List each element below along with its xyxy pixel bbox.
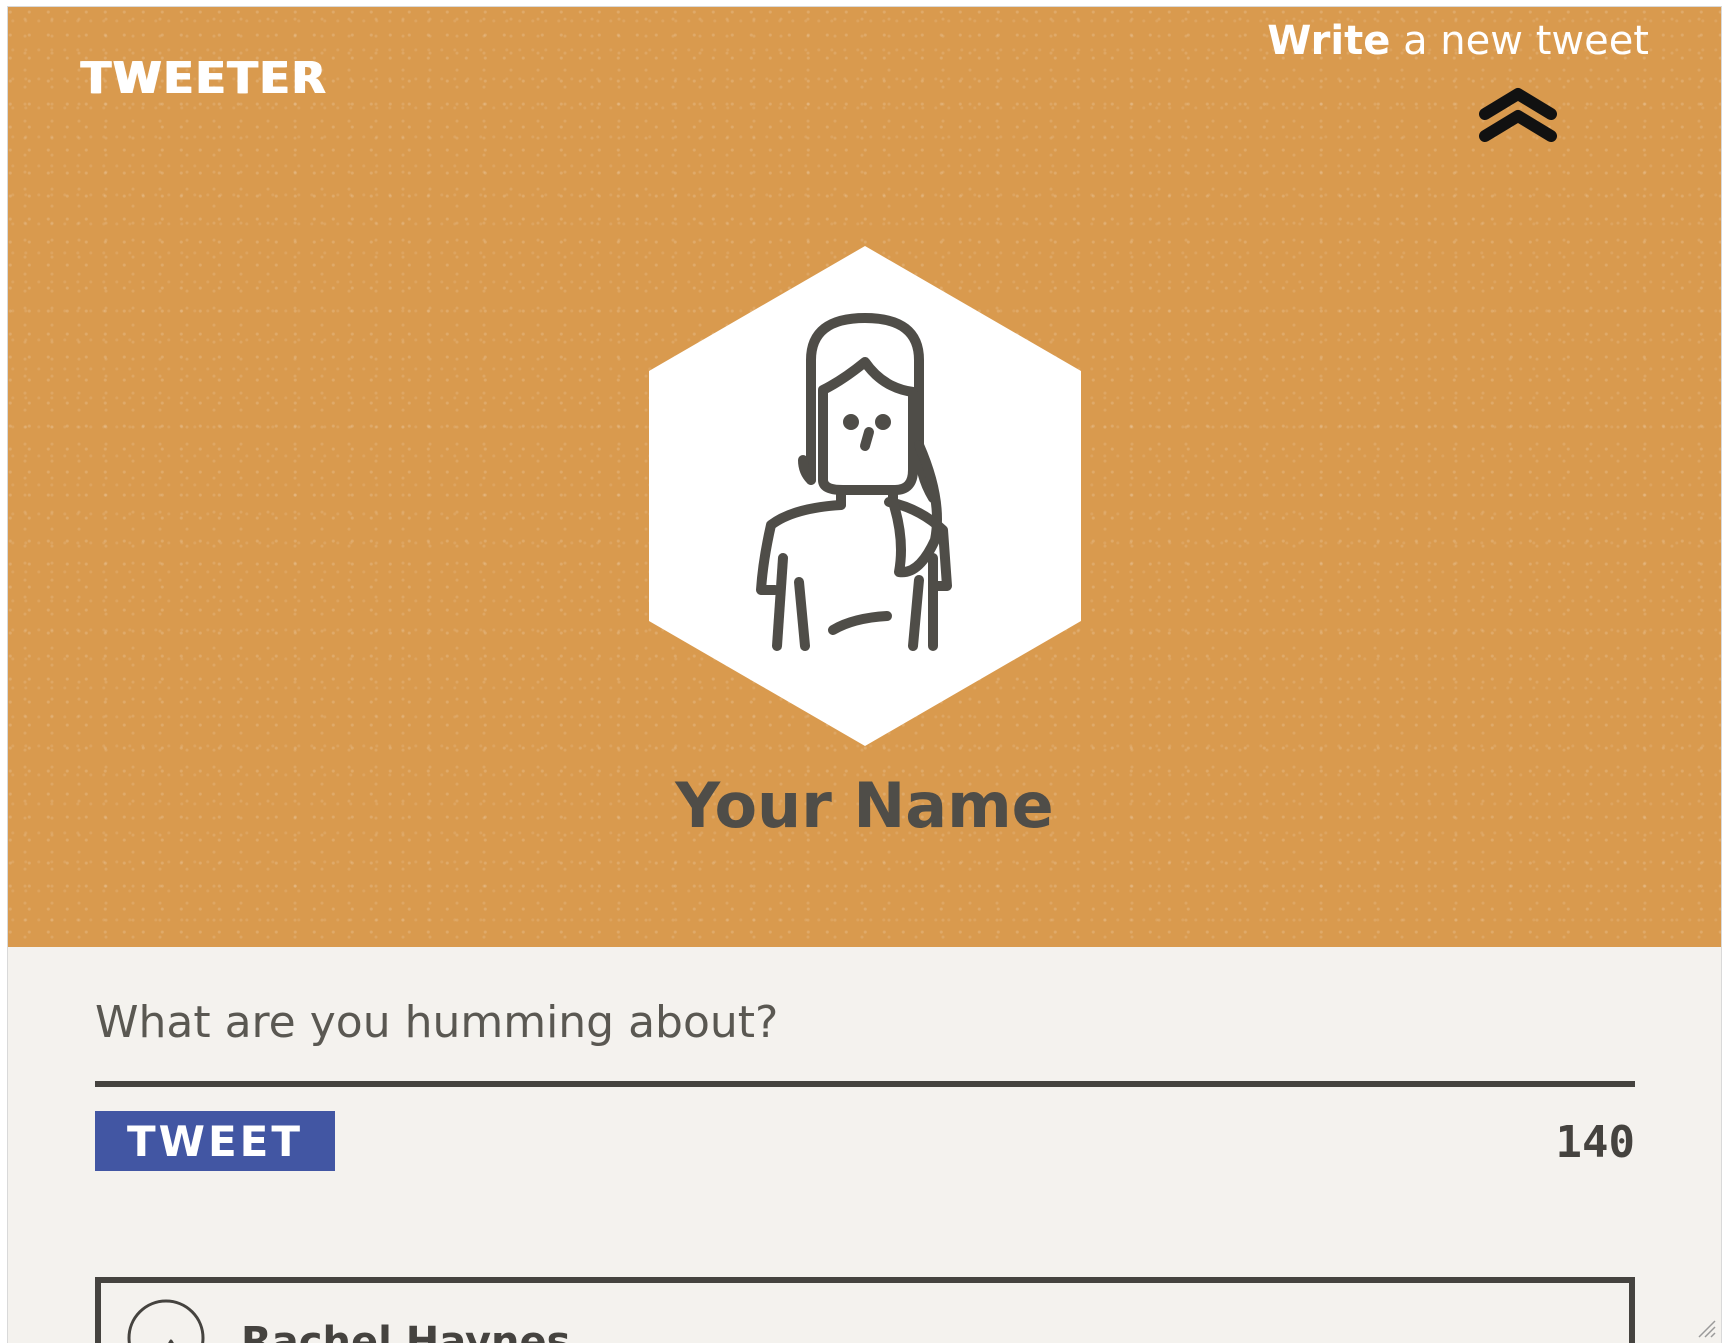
write-label-rest: a new tweet bbox=[1390, 18, 1649, 64]
profile-name: Your Name bbox=[675, 769, 1054, 842]
resize-grip-icon[interactable] bbox=[1695, 1317, 1717, 1339]
compose-actions: TWEET 140 bbox=[95, 1111, 1635, 1181]
man-avatar-icon bbox=[127, 1299, 205, 1343]
tweet-submit-button[interactable]: TWEET bbox=[95, 1111, 335, 1171]
chevron-double-up-icon[interactable] bbox=[1479, 84, 1557, 146]
write-new-tweet-toggle[interactable]: Write a new tweet bbox=[1229, 19, 1649, 142]
tweet-author-name: Rachel Haynes bbox=[241, 1319, 571, 1343]
write-label-strong: Write bbox=[1267, 18, 1391, 64]
tweet-card: Rachel Haynes bbox=[95, 1277, 1635, 1343]
character-counter: 140 bbox=[1555, 1117, 1635, 1168]
profile-avatar bbox=[649, 246, 1081, 746]
profile-header: TWEETER Write a new tweet Your Name bbox=[8, 7, 1721, 947]
tweet-input[interactable] bbox=[95, 987, 1635, 1087]
compose-tweet-form: TWEET 140 bbox=[95, 987, 1635, 1181]
app-window: TWEETER Write a new tweet Your Name What… bbox=[7, 6, 1722, 1343]
write-new-tweet-label: Write a new tweet bbox=[1229, 19, 1649, 63]
brand-logo: TWEETER bbox=[81, 53, 328, 104]
